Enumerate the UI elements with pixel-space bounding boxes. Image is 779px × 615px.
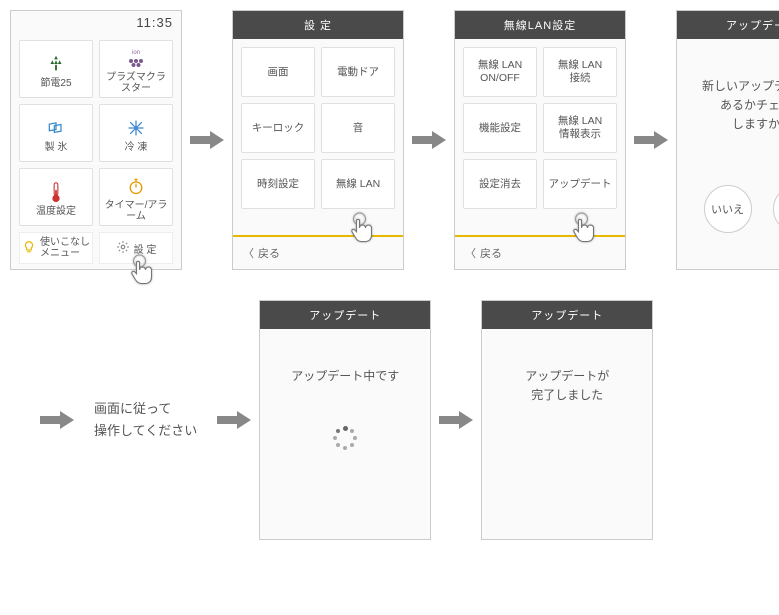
arrow-icon bbox=[40, 410, 74, 430]
ion-icon: ion bbox=[123, 44, 149, 72]
arrow-icon bbox=[217, 410, 251, 430]
wlan-reset-item[interactable]: 設定消去 bbox=[463, 159, 537, 209]
bulb-icon bbox=[22, 240, 36, 257]
svg-text:ion: ion bbox=[132, 50, 140, 56]
update-confirm-panel: アップデート 新しいアップデートが あるかチェック しますか？ いいえ はい bbox=[676, 10, 779, 270]
leaf-icon bbox=[45, 50, 67, 78]
wlan-panel: 無線LAN設定 無線 LAN ON/OFF 無線 LAN 接続 機能設定 無線 … bbox=[454, 10, 626, 270]
ice-icon bbox=[46, 114, 66, 142]
panel-title: アップデート bbox=[482, 301, 652, 329]
updating-message: アップデート中です bbox=[268, 367, 422, 386]
guidance-text: 画面に従って 操作してください bbox=[82, 398, 209, 442]
done-message: アップデートが 完了しました bbox=[490, 367, 644, 405]
wlan-connect-item[interactable]: 無線 LAN 接続 bbox=[543, 47, 617, 97]
arrow-icon bbox=[190, 130, 224, 150]
wlan-info-item[interactable]: 無線 LAN 情報表示 bbox=[543, 103, 617, 153]
freeze-card[interactable]: 冷 凍 bbox=[99, 104, 173, 162]
clock-item[interactable]: 時刻設定 bbox=[241, 159, 315, 209]
panel-title: 設 定 bbox=[233, 11, 403, 39]
tips-menu[interactable]: 使いこなし メニュー bbox=[19, 232, 93, 264]
arrow-icon bbox=[412, 130, 446, 150]
timer-card[interactable]: タイマー/アラーム bbox=[99, 168, 173, 226]
auto-door-item[interactable]: 電動ドア bbox=[321, 47, 395, 97]
eco-card[interactable]: 節電25 bbox=[19, 40, 93, 98]
panel-title: 無線LAN設定 bbox=[455, 11, 625, 39]
sound-item[interactable]: 音 bbox=[321, 103, 395, 153]
wlan-update-item[interactable]: アップデート bbox=[543, 159, 617, 209]
back-button[interactable]: 〈戻る bbox=[233, 235, 403, 269]
snowflake-icon bbox=[126, 114, 146, 142]
clock: 11:35 bbox=[11, 11, 181, 32]
wlan-func-item[interactable]: 機能設定 bbox=[463, 103, 537, 153]
wlan-item[interactable]: 無線 LAN bbox=[321, 159, 395, 209]
no-button[interactable]: いいえ bbox=[704, 185, 752, 233]
back-button[interactable]: 〈戻る bbox=[455, 235, 625, 269]
chevron-left-icon: 〈 bbox=[465, 245, 476, 261]
arrow-icon bbox=[439, 410, 473, 430]
panel-title: アップデート bbox=[677, 11, 779, 39]
yes-button[interactable]: はい bbox=[773, 185, 779, 233]
gear-icon bbox=[116, 240, 130, 257]
spinner-icon bbox=[333, 426, 357, 450]
home-panel: 11:35 節電25 ion プラズマクラスター bbox=[10, 10, 182, 270]
plasma-card[interactable]: ion プラズマクラスター bbox=[99, 40, 173, 98]
updating-panel: アップデート アップデート中です bbox=[259, 300, 431, 540]
settings-menu[interactable]: 設 定 bbox=[99, 232, 173, 264]
screen-item[interactable]: 画面 bbox=[241, 47, 315, 97]
stopwatch-icon bbox=[126, 172, 146, 200]
settings-panel: 設 定 画面 電動ドア キーロック 音 時刻設定 無線 LAN 〈戻る bbox=[232, 10, 404, 270]
done-panel: アップデート アップデートが 完了しました bbox=[481, 300, 653, 540]
keylock-item[interactable]: キーロック bbox=[241, 103, 315, 153]
ice-card[interactable]: 製 氷 bbox=[19, 104, 93, 162]
thermometer-icon bbox=[48, 178, 64, 206]
panel-title: アップデート bbox=[260, 301, 430, 329]
confirm-message: 新しいアップデートが あるかチェック しますか？ bbox=[685, 77, 779, 135]
wlan-onoff-item[interactable]: 無線 LAN ON/OFF bbox=[463, 47, 537, 97]
temp-card[interactable]: 温度設定 bbox=[19, 168, 93, 226]
arrow-icon bbox=[634, 130, 668, 150]
chevron-left-icon: 〈 bbox=[243, 245, 254, 261]
